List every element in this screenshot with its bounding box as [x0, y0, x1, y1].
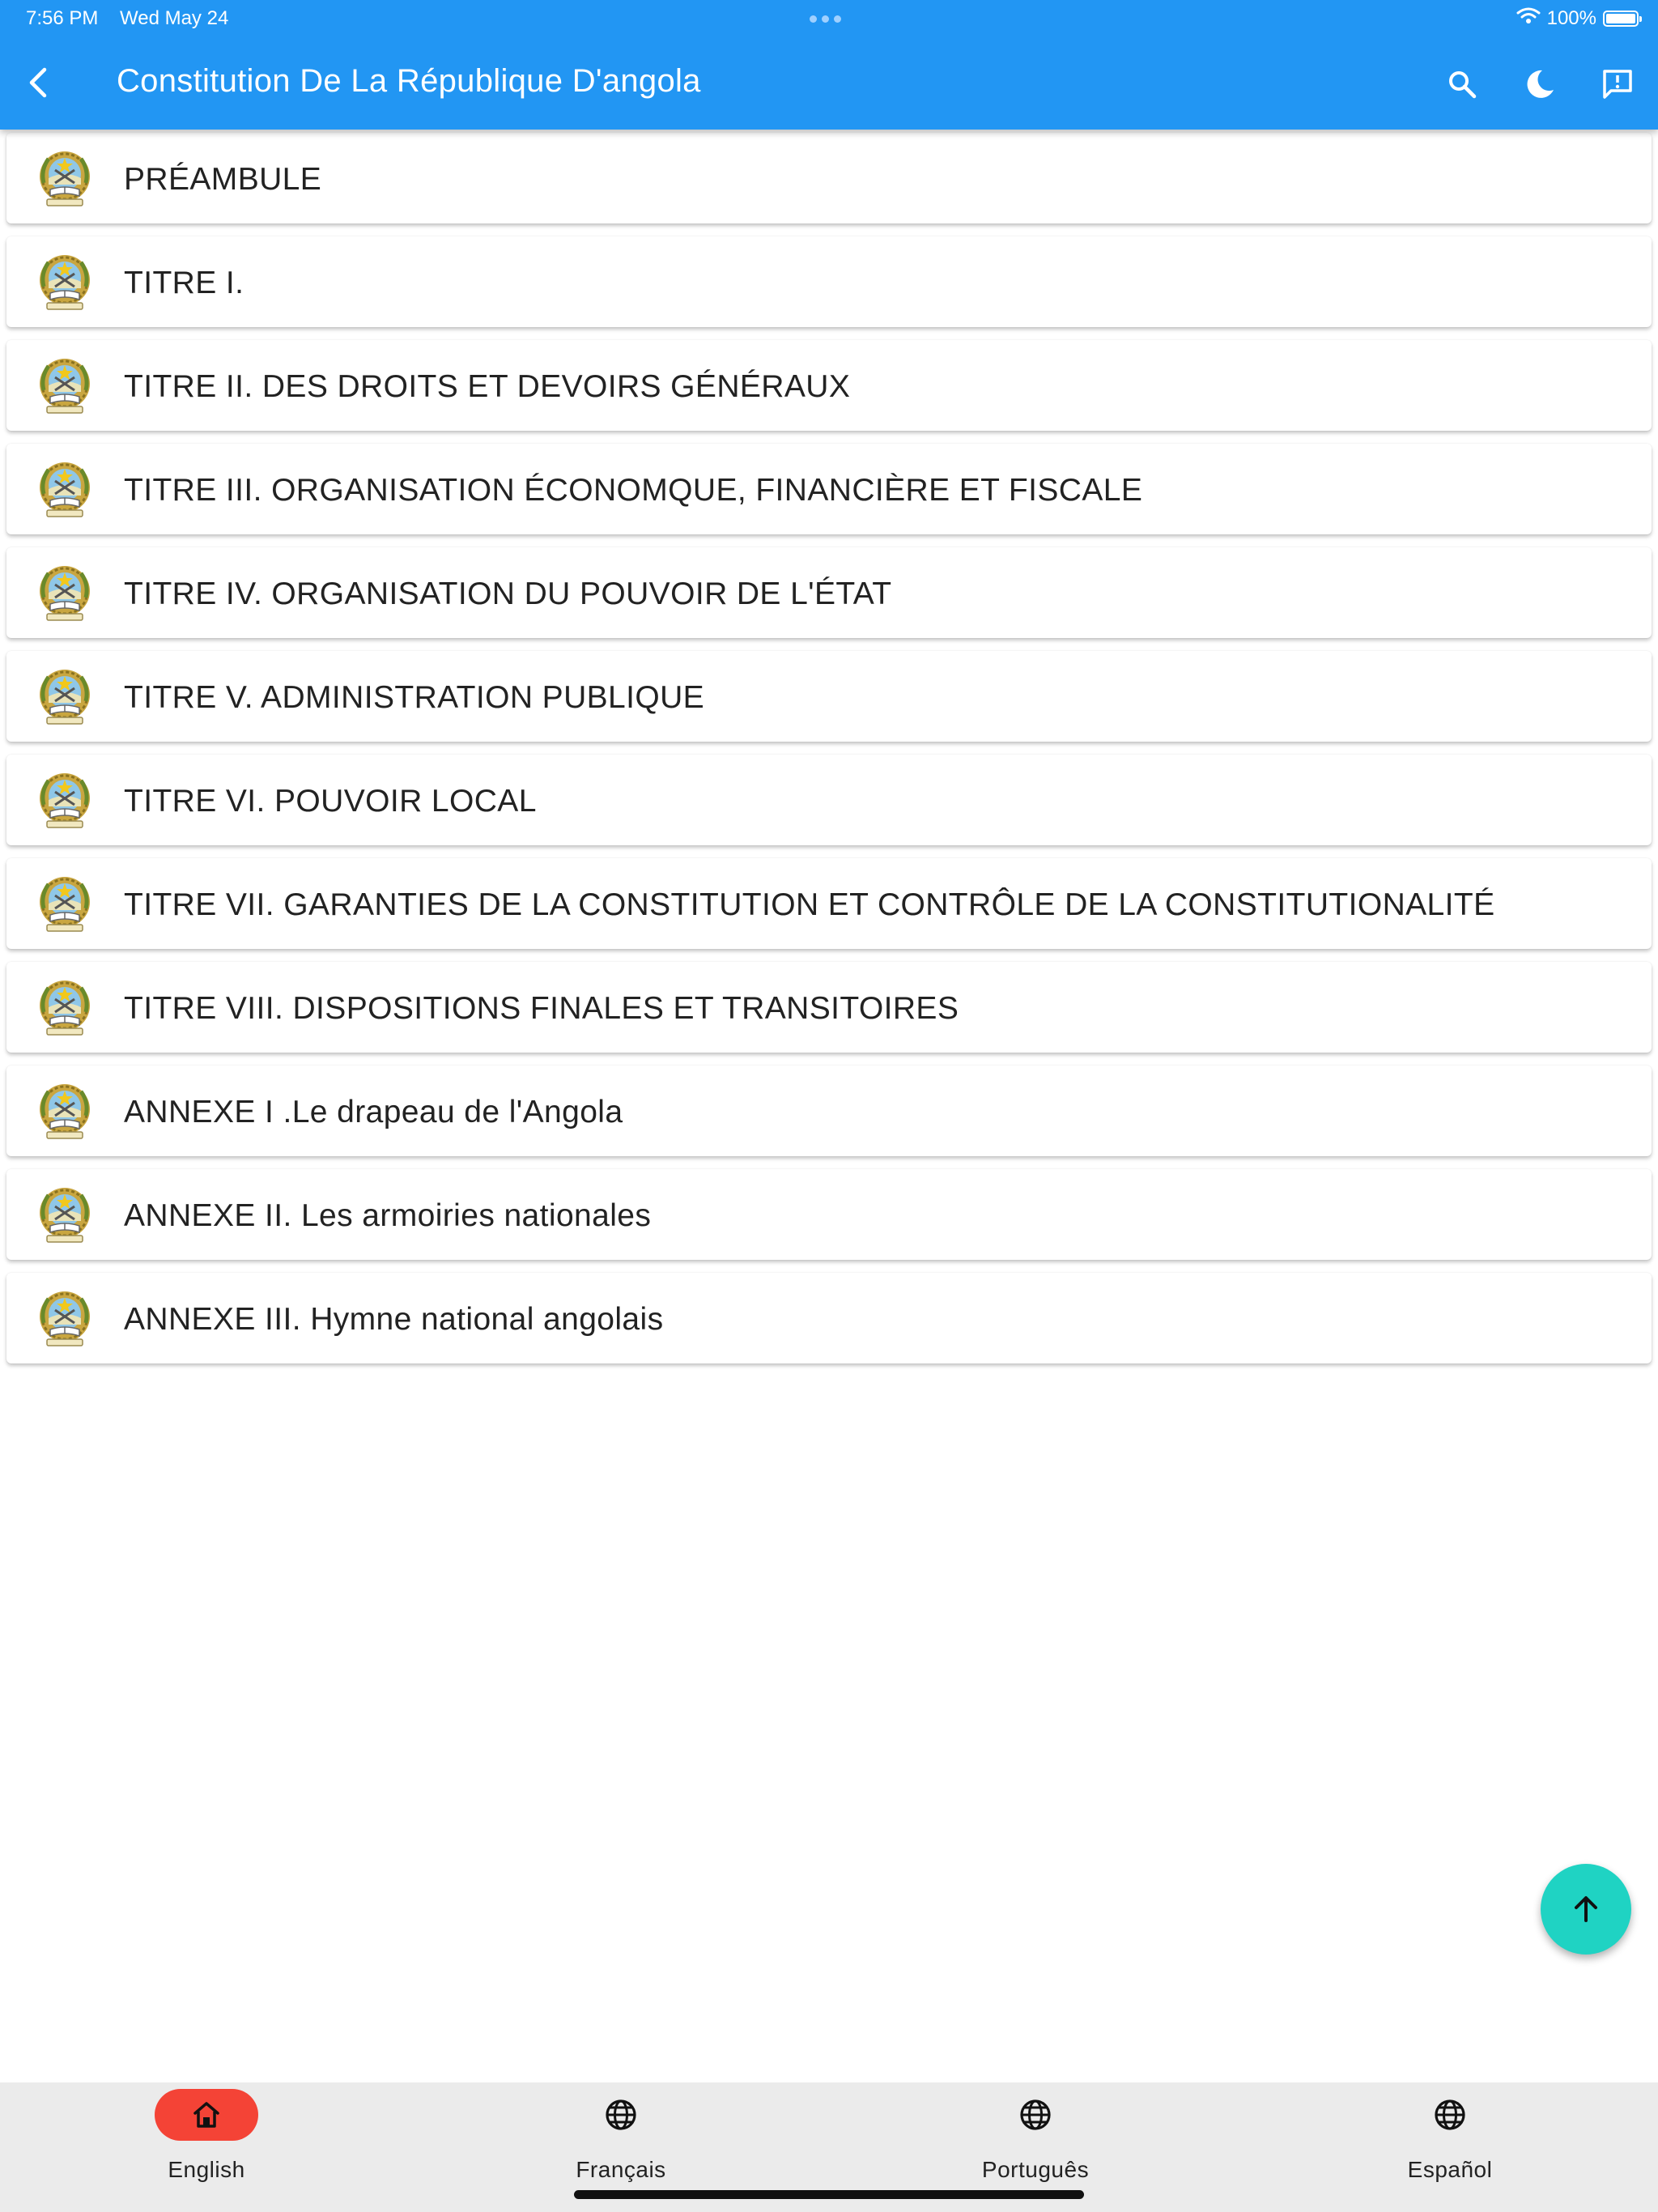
status-indicators: 100%: [1516, 6, 1642, 30]
angola-emblem-icon: [34, 769, 96, 832]
list-item-label: ANNEXE II. Les armoiries nationales: [124, 1198, 652, 1233]
nav-icon-container: [1398, 2089, 1502, 2141]
nav-label: Español: [1407, 2157, 1493, 2182]
battery-percent: 100%: [1546, 6, 1596, 29]
nav-item-english[interactable]: English: [103, 2082, 310, 2196]
status-time: 7:56 PM: [26, 7, 99, 29]
globe-icon: [1435, 2099, 1465, 2130]
globe-icon: [606, 2099, 636, 2130]
app-bar: Constitution De La République D'angola: [0, 42, 1658, 126]
back-button[interactable]: [16, 62, 58, 104]
home-indicator[interactable]: [574, 2190, 1084, 2199]
app-header: 7:56 PM Wed May 24 100% Constitution De …: [0, 0, 1658, 130]
angola-emblem-icon: [34, 666, 96, 729]
angola-emblem-icon: [34, 1184, 96, 1247]
wifi-icon: [1516, 6, 1541, 30]
angola-emblem-icon: [34, 251, 96, 314]
nav-item-portugues[interactable]: Português: [932, 2082, 1139, 2196]
list-item-label: TITRE II. DES DROITS ET DEVOIRS GÉNÉRAUX: [124, 369, 851, 404]
list-item-label: TITRE IV. ORGANISATION DU POUVOIR DE L'É…: [124, 576, 892, 611]
list-item[interactable]: TITRE I.: [6, 236, 1652, 327]
list-item-label: TITRE VII. GARANTIES DE LA CONSTITUTION …: [124, 887, 1495, 922]
nav-label: Français: [576, 2157, 666, 2182]
list-item-label: TITRE V. ADMINISTRATION PUBLIQUE: [124, 680, 705, 715]
nav-item-francais[interactable]: Français: [517, 2082, 725, 2196]
list-item-label: PRÉAMBULE: [124, 162, 322, 197]
list-item[interactable]: ANNEXE II. Les armoiries nationales: [6, 1169, 1652, 1260]
multitasking-dots-icon[interactable]: [810, 15, 841, 23]
list-item[interactable]: ANNEXE III. Hymne national angolais: [6, 1273, 1652, 1363]
list-item[interactable]: TITRE VIII. DISPOSITIONS FINALES ET TRAN…: [6, 962, 1652, 1053]
angola-emblem-icon: [34, 458, 96, 521]
angola-emblem-icon: [34, 562, 96, 625]
list-item[interactable]: TITRE II. DES DROITS ET DEVOIRS GÉNÉRAUX: [6, 340, 1652, 431]
scroll-to-top-button[interactable]: [1541, 1864, 1631, 1955]
nav-label: English: [168, 2157, 245, 2182]
angola-emblem-icon: [34, 147, 96, 211]
page-title: Constitution De La République D'angola: [117, 63, 701, 99]
list-item[interactable]: TITRE VII. GARANTIES DE LA CONSTITUTION …: [6, 858, 1652, 949]
search-button[interactable]: [1439, 62, 1485, 107]
list-item-label: TITRE III. ORGANISATION ÉCONOMQUE, FINAN…: [124, 473, 1143, 508]
dark-mode-toggle[interactable]: [1517, 62, 1562, 107]
list-item[interactable]: TITRE VI. POUVOIR LOCAL: [6, 755, 1652, 845]
list-item[interactable]: TITRE V. ADMINISTRATION PUBLIQUE: [6, 651, 1652, 742]
back-arrow-icon: [29, 67, 47, 98]
status-bar: 7:56 PM Wed May 24 100%: [0, 0, 1658, 39]
list-item-label: ANNEXE I .Le drapeau de l'Angola: [124, 1095, 623, 1129]
feedback-icon: [1603, 70, 1632, 99]
list-item-label: ANNEXE III. Hymne national angolais: [124, 1302, 664, 1337]
nav-label: Português: [981, 2157, 1090, 2182]
battery-icon: [1603, 10, 1642, 27]
feedback-button[interactable]: [1595, 62, 1640, 107]
nav-item-espanol[interactable]: Español: [1346, 2082, 1554, 2196]
home-icon: [193, 2102, 219, 2128]
contents-list: PRÉAMBULE TITRE I. TITRE II. DES DROITS …: [6, 133, 1652, 1376]
nav-active-indicator: [155, 2089, 258, 2141]
dark-mode-moon-icon: [1527, 70, 1554, 98]
list-item[interactable]: PRÉAMBULE: [6, 133, 1652, 223]
arrow-up-icon: [1575, 1896, 1597, 1922]
list-item[interactable]: ANNEXE I .Le drapeau de l'Angola: [6, 1066, 1652, 1156]
globe-icon: [1020, 2099, 1051, 2130]
angola-emblem-icon: [34, 976, 96, 1040]
list-item-label: TITRE VIII. DISPOSITIONS FINALES ET TRAN…: [124, 991, 959, 1026]
angola-emblem-icon: [34, 355, 96, 418]
status-date: Wed May 24: [120, 7, 229, 29]
angola-emblem-icon: [34, 873, 96, 936]
list-item-label: TITRE I.: [124, 266, 244, 300]
angola-emblem-icon: [34, 1287, 96, 1351]
list-item-label: TITRE VI. POUVOIR LOCAL: [124, 784, 537, 819]
nav-icon-container: [569, 2089, 673, 2141]
list-item[interactable]: TITRE IV. ORGANISATION DU POUVOIR DE L'É…: [6, 547, 1652, 638]
angola-emblem-icon: [34, 1080, 96, 1143]
list-item[interactable]: TITRE III. ORGANISATION ÉCONOMQUE, FINAN…: [6, 444, 1652, 534]
search-icon: [1449, 71, 1477, 99]
nav-icon-container: [984, 2089, 1087, 2141]
